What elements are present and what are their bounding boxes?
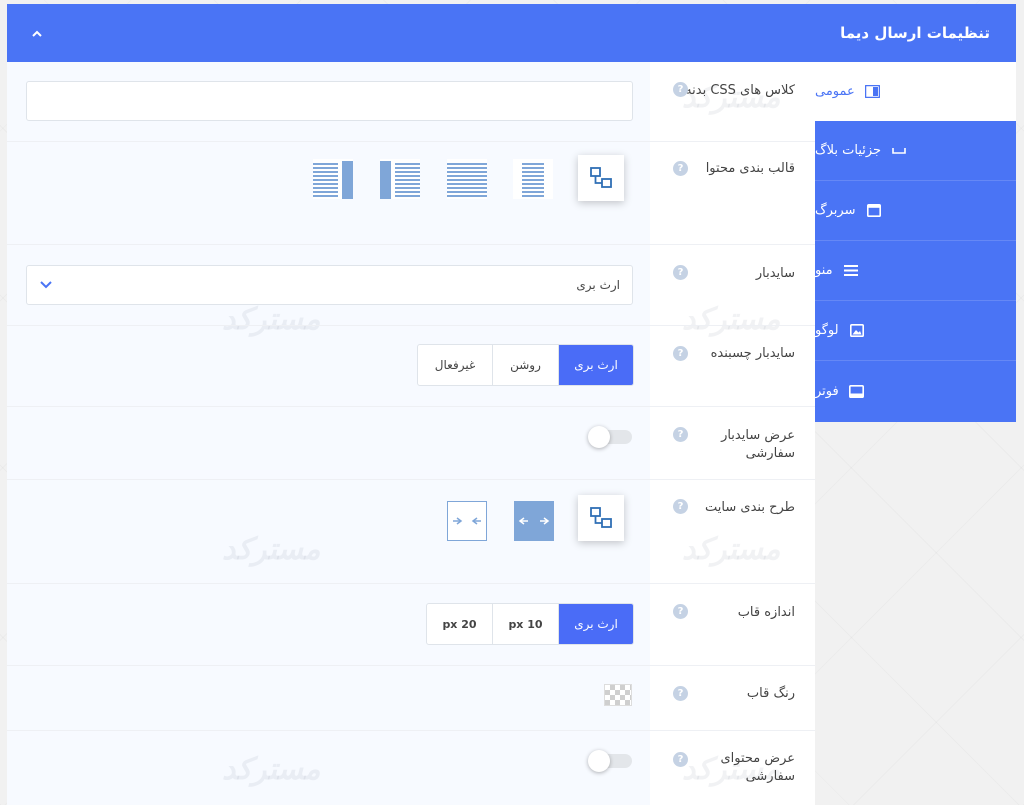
columns-icon [865,84,881,100]
site-layout-full-width-option[interactable] [514,501,554,541]
help-icon[interactable]: ? [673,346,688,361]
row-divider [7,583,815,584]
layout-inherit-option[interactable] [578,155,624,201]
tab-menu[interactable]: منو [815,241,1016,301]
expand-arrows-icon [518,517,550,525]
chevron-up-icon [32,30,42,37]
sticky-off-button[interactable]: غیرفعال [418,345,492,385]
sticky-inherit-button[interactable]: ارث بری [558,345,633,385]
help-icon[interactable]: ? [673,265,688,280]
frame-inherit-button[interactable]: ارث بری [558,604,633,644]
tab-label: لوگو [815,323,839,338]
window-icon [866,203,882,219]
watermark: مسترکد [222,752,321,787]
css-class-label: کلاس های CSS بدنه [685,83,795,98]
help-icon[interactable]: ? [673,686,688,701]
footer-icon [849,384,865,400]
custom-sidebar-width-label: عرض سایدبار سفارشی [721,428,795,461]
row-divider [7,406,815,407]
row-divider [7,244,815,245]
narrow-layout-icon [522,163,544,197]
site-layout-inherit-option[interactable] [578,495,624,541]
help-icon[interactable]: ? [673,161,688,176]
layout-narrow-option[interactable] [513,159,553,199]
frame-size-options: ارث بری 10 px 20 px [426,603,634,645]
row-divider [7,665,815,666]
tab-label: منو [815,263,833,278]
help-icon[interactable]: ? [673,427,688,442]
settings-header: تنظیمات ارسال دیما [7,4,1016,62]
layout-full-option[interactable] [447,159,487,199]
toggle-knob [588,750,610,772]
custom-sidebar-width-toggle[interactable] [588,426,632,448]
compress-arrows-icon [453,517,481,525]
tab-header[interactable]: سربرگ [815,181,1016,241]
chevron-down-icon [40,281,52,289]
full-layout-icon [447,163,487,197]
custom-content-width-toggle[interactable] [588,750,632,772]
custom-content-width-label: عرض محتوای سفارشی [720,751,795,784]
collapse-button[interactable] [26,23,48,45]
sticky-sidebar-label: سایدبار چسبنده [710,346,795,361]
settings-tabs: عمومی جزئیات بلاگ سربرگ منو لوگو فوتر [815,62,1016,422]
inherit-icon [590,167,612,188]
help-icon[interactable]: ? [673,752,688,767]
watermark: مسترکد [222,302,321,337]
tab-label: سربرگ [815,203,856,218]
inherit-icon [590,507,612,528]
watermark: مسترکد [222,532,321,567]
row-divider [7,479,815,480]
menu-icon [843,263,859,279]
header-title: تنظیمات ارسال دیما [840,24,990,42]
row-divider [7,730,815,731]
settings-panel: مسترکد مسترکد مسترکد مسترکد مسترکد مسترک… [7,62,815,805]
site-layout-boxed-option[interactable] [447,501,487,541]
layout-left-sidebar-option[interactable] [380,159,420,199]
frame-10px-button[interactable]: 10 px [492,604,558,644]
row-divider [7,325,815,326]
frame-20px-button[interactable]: 20 px [427,604,492,644]
tab-label: فوتر [815,384,839,399]
frame-color-label: رنگ قاب [746,686,795,701]
tab-footer[interactable]: فوتر [815,361,1016,422]
css-class-input[interactable] [26,81,633,121]
frame-color-swatch[interactable] [604,684,632,706]
image-icon [849,323,865,339]
layout-right-sidebar-option[interactable] [313,159,353,199]
minus-box-icon [891,143,907,159]
help-icon[interactable]: ? [673,499,688,514]
tab-blog-details[interactable]: جزئیات بلاگ [815,121,1016,181]
frame-size-label: اندازه قاب [737,605,795,620]
tab-label: عمومی [815,84,855,99]
sticky-on-button[interactable]: روشن [492,345,558,385]
toggle-knob [588,426,610,448]
sidebar-label: سایدبار [755,266,795,281]
content-layout-label: قالب بندی محتوا [705,161,795,176]
tab-label: جزئیات بلاگ [815,143,882,158]
site-layout-label: طرح بندی سایت [705,500,795,515]
sidebar-select[interactable]: ارث بری [26,265,633,305]
row-divider [7,141,815,142]
right-sidebar-layout-icon [313,161,353,199]
tab-logo[interactable]: لوگو [815,301,1016,361]
help-icon[interactable]: ? [673,82,688,97]
help-icon[interactable]: ? [673,604,688,619]
left-sidebar-layout-icon [380,161,420,199]
sidebar-select-value: ارث بری [576,278,620,292]
sticky-sidebar-options: ارث بری روشن غیرفعال [417,344,634,386]
tab-general[interactable]: عمومی [815,62,1016,121]
